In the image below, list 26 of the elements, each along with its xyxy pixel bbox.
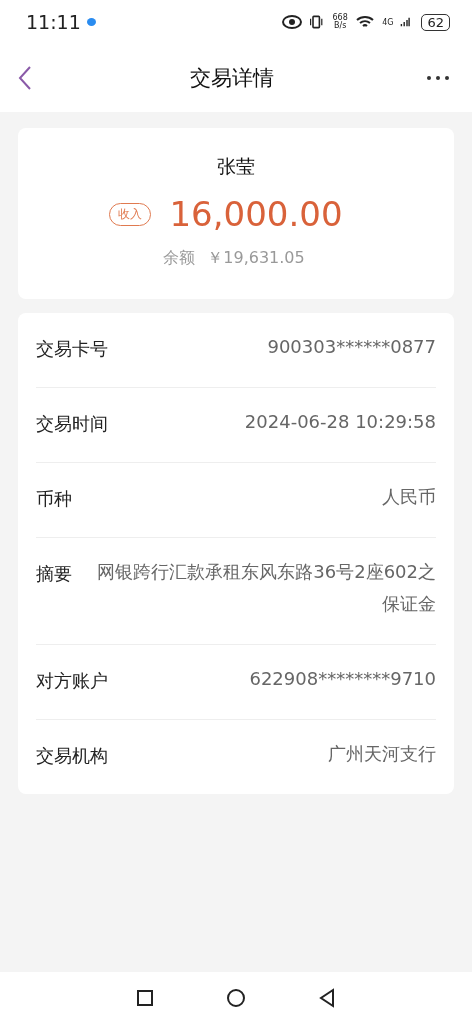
detail-value: 2024-06-28 10:29:58 bbox=[243, 410, 436, 434]
battery-level: 62 bbox=[421, 13, 450, 31]
detail-label: 对方账户 bbox=[36, 669, 108, 693]
network-speed: 668 B/s bbox=[332, 14, 349, 30]
detail-label: 交易卡号 bbox=[36, 337, 108, 361]
page-title: 交易详情 bbox=[190, 65, 274, 92]
balance-label: 余额 bbox=[163, 248, 196, 269]
amount: 16,000.00 bbox=[169, 194, 343, 234]
detail-label: 币种 bbox=[36, 487, 72, 511]
detail-value: 900303******0877 bbox=[266, 335, 436, 359]
detail-value: 广州天河支行 bbox=[327, 742, 436, 766]
detail-label: 交易时间 bbox=[36, 412, 108, 436]
recents-icon[interactable] bbox=[135, 988, 156, 1008]
detail-value: 人民币 bbox=[381, 485, 436, 509]
detail-value: 网银跨行汇款承租东风东路36号2座602之保证金 bbox=[96, 560, 436, 616]
detail-value: 622908********9710 bbox=[248, 667, 436, 691]
network-type: 4G bbox=[382, 17, 394, 27]
balance-value: ￥19,631.05 bbox=[207, 248, 305, 269]
more-icon[interactable] bbox=[426, 74, 450, 82]
payer-name: 张莹 bbox=[217, 154, 255, 179]
notification-dot bbox=[86, 18, 96, 26]
home-icon[interactable] bbox=[226, 988, 246, 1008]
clock-time: 11:11 bbox=[26, 11, 81, 33]
eye-icon bbox=[282, 12, 303, 32]
detail-label: 摘要 bbox=[36, 562, 72, 586]
detail-label: 交易机构 bbox=[36, 744, 108, 768]
